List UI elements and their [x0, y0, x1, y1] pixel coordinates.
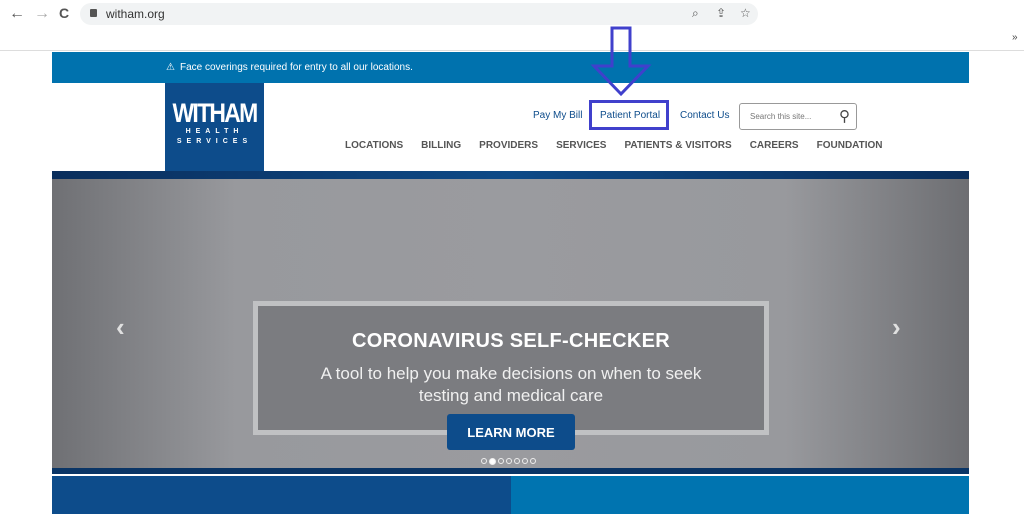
- main-nav: LOCATIONS BILLING PROVIDERS SERVICES PAT…: [345, 140, 901, 151]
- nav-providers[interactable]: PROVIDERS: [479, 140, 538, 151]
- pay-my-bill-link[interactable]: Pay My Bill: [533, 110, 582, 121]
- logo-line2: SERVICES: [176, 138, 253, 145]
- contact-us-link[interactable]: Contact Us: [680, 110, 729, 121]
- learn-more-button[interactable]: LEARN MORE: [447, 414, 575, 450]
- divider: [0, 50, 1024, 51]
- alert-text: Face coverings required for entry to all…: [179, 62, 413, 73]
- carousel-dot[interactable]: [530, 458, 536, 464]
- star-icon[interactable]: ☆: [740, 6, 751, 20]
- logo-line1: HEALTH: [185, 128, 244, 135]
- alert-bar: ⚠ Face coverings required for entry to a…: [52, 52, 969, 83]
- carousel-dot[interactable]: [498, 458, 504, 464]
- search-placeholder: Search this site...: [750, 112, 812, 121]
- nav-billing[interactable]: BILLING: [421, 140, 461, 151]
- header-strip: [52, 171, 969, 179]
- search-input[interactable]: Search this site... ⚲: [739, 103, 857, 130]
- logo-word: WITHAM: [172, 98, 258, 128]
- nav-patients-visitors[interactable]: PATIENTS & VISITORS: [624, 140, 731, 151]
- highlight-box: [589, 100, 669, 130]
- hero-text: A tool to help you make decisions on whe…: [320, 364, 702, 405]
- share-icon[interactable]: ⇪: [716, 6, 726, 20]
- annotation-arrow-icon: [590, 26, 652, 97]
- carousel-dot[interactable]: [514, 458, 520, 464]
- reload-button[interactable]: C: [59, 5, 69, 21]
- nav-services[interactable]: SERVICES: [556, 140, 606, 151]
- nav-careers[interactable]: CAREERS: [750, 140, 799, 151]
- bookmarks-overflow[interactable]: »: [1012, 32, 1018, 43]
- nav-foundation[interactable]: FOUNDATION: [817, 140, 883, 151]
- carousel-prev-icon[interactable]: ‹: [116, 312, 125, 343]
- carousel-dots: [481, 458, 536, 465]
- zoom-icon[interactable]: ⌕: [692, 6, 699, 21]
- carousel-dot[interactable]: [481, 458, 487, 464]
- carousel-dot[interactable]: [489, 458, 496, 465]
- feature-panel-right[interactable]: [511, 476, 969, 514]
- warning-icon: ⚠: [166, 62, 175, 73]
- feature-panel-left[interactable]: [52, 476, 511, 514]
- lock-icon: [90, 9, 97, 17]
- nav-locations[interactable]: LOCATIONS: [345, 140, 403, 151]
- carousel-dot[interactable]: [506, 458, 512, 464]
- forward-button[interactable]: →: [34, 5, 50, 23]
- logo[interactable]: WITHAM HEALTH SERVICES: [165, 83, 264, 171]
- search-icon[interactable]: ⚲: [839, 107, 850, 125]
- hero-bottom-strip: [52, 468, 969, 474]
- url-text: witham.org: [106, 7, 165, 21]
- address-bar[interactable]: witham.org ⌕ ⇪ ☆: [80, 3, 758, 25]
- carousel-dot[interactable]: [522, 458, 528, 464]
- back-button[interactable]: ←: [9, 5, 25, 23]
- carousel-next-icon[interactable]: ›: [892, 312, 901, 343]
- hero-title: CORONAVIRUS SELF-CHECKER: [352, 330, 670, 352]
